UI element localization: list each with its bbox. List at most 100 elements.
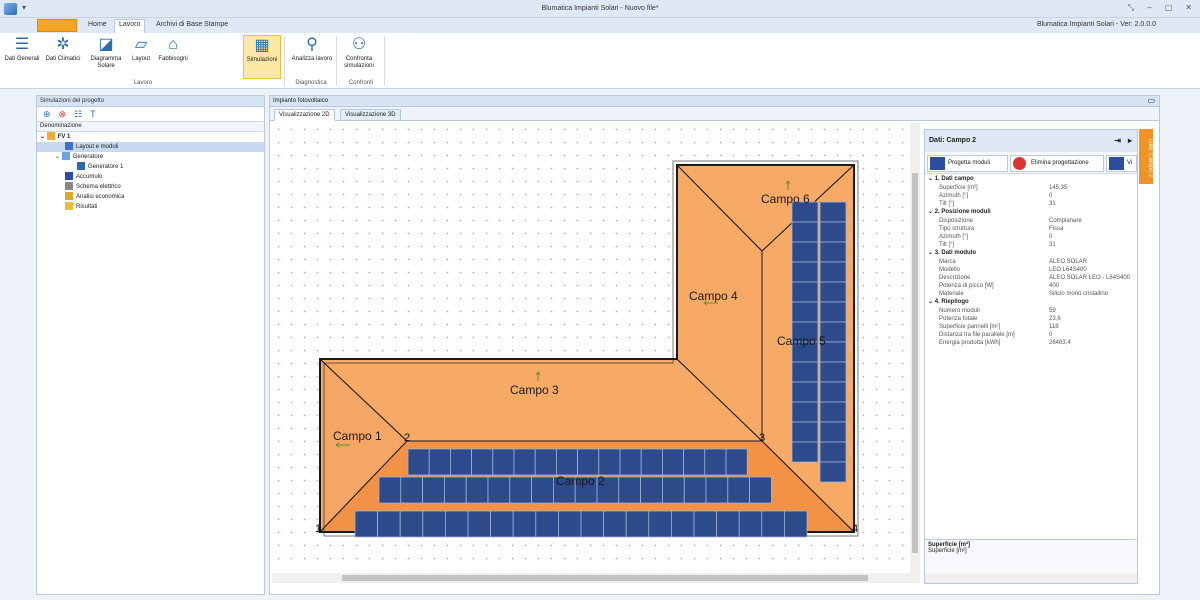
pv-module[interactable] xyxy=(791,281,819,303)
pv-module[interactable] xyxy=(471,448,494,476)
pv-module[interactable] xyxy=(422,476,445,504)
prop-row[interactable]: Superficie [m²] 145,35 xyxy=(925,184,1137,192)
prop-row[interactable]: Marca ALEO SOLAR xyxy=(925,258,1137,266)
pv-module[interactable] xyxy=(378,476,402,504)
close-icon[interactable]: ✕ xyxy=(1185,3,1192,13)
pv-module[interactable] xyxy=(400,476,424,504)
diagramma-solare-button[interactable]: ◪ Diagramma Solare xyxy=(84,35,128,79)
pv-module[interactable] xyxy=(603,510,627,538)
maximize-icon[interactable]: ▢ xyxy=(1165,3,1173,13)
pv-module[interactable] xyxy=(407,448,430,476)
pv-module[interactable] xyxy=(487,476,511,504)
pv-module[interactable] xyxy=(819,221,847,243)
pv-module[interactable] xyxy=(716,510,740,538)
prop-row[interactable]: Descrizione ALEO SOLAR LEO - L64S400 xyxy=(925,274,1137,282)
tab-archivi-di-base[interactable]: Archivi di Base xyxy=(152,20,206,29)
dock-icon[interactable]: ⇥ xyxy=(1114,136,1121,145)
prop-row[interactable]: Potenza di picco [W] 400 xyxy=(925,282,1137,290)
chevron-right-icon[interactable]: ▸ xyxy=(1128,136,1132,145)
prop-row[interactable]: Disposizione Complanare xyxy=(925,217,1137,225)
tab-stampe[interactable]: Stampe xyxy=(200,20,232,29)
pv-module[interactable] xyxy=(683,448,706,476)
pv-module[interactable] xyxy=(819,361,847,383)
pv-module[interactable] xyxy=(422,510,446,538)
canvas-horizontal-scrollbar[interactable] xyxy=(272,573,920,583)
pv-module[interactable] xyxy=(819,441,847,463)
pv-module[interactable] xyxy=(492,448,515,476)
list-icon[interactable]: ☷ xyxy=(74,109,82,119)
prop-row[interactable]: Azimuth [°] 0 xyxy=(925,233,1137,241)
tab-3d[interactable]: Visualizzazione 3D xyxy=(340,109,401,121)
pv-module[interactable] xyxy=(727,476,750,504)
pv-module[interactable] xyxy=(580,510,605,538)
view-button[interactable]: Vi xyxy=(1106,155,1137,172)
pv-module[interactable] xyxy=(749,476,772,504)
tree-item-generatore-1[interactable]: Generatore 1 xyxy=(37,162,264,172)
pv-module[interactable] xyxy=(661,476,685,504)
pv-module[interactable] xyxy=(819,261,847,283)
pv-module[interactable] xyxy=(534,448,557,476)
pv-module[interactable] xyxy=(512,510,537,538)
panel-maximize-icon[interactable]: ▭ xyxy=(1147,96,1155,105)
tree-item-generatore[interactable]: ⌄ Generatore xyxy=(37,152,264,162)
pv-module[interactable] xyxy=(791,361,819,383)
dati-climatici-button[interactable]: ✲ Dati Climatici xyxy=(42,35,84,79)
pv-module[interactable] xyxy=(490,510,514,538)
pv-module[interactable] xyxy=(399,510,424,538)
pv-module[interactable] xyxy=(791,261,819,283)
pv-module[interactable] xyxy=(449,448,472,476)
pv-module[interactable] xyxy=(555,448,578,476)
prop-section[interactable]: ⌄ 2. Posizione moduli xyxy=(925,208,1137,217)
prop-row[interactable]: Distanza tra file parallele [m] 0 xyxy=(925,331,1137,339)
prop-row[interactable]: Azimuth [°] 0 xyxy=(925,192,1137,200)
tree-item-layout[interactable]: Layout e moduli xyxy=(37,142,264,152)
tree-item-schema[interactable]: Schema elettrico xyxy=(37,182,264,192)
progetta-moduli-button[interactable]: Progetta moduli xyxy=(927,155,1008,172)
tree-item-analisi[interactable]: Analisi economica xyxy=(37,192,264,202)
pv-module[interactable] xyxy=(819,301,847,323)
tab-lavoro[interactable]: Lavoro xyxy=(114,19,146,33)
fabbisogni-button[interactable]: ⌂ Fabbisogni xyxy=(154,35,192,79)
layout-button[interactable]: ▱ Layout xyxy=(128,35,154,79)
pv-module[interactable] xyxy=(819,241,847,263)
pv-module[interactable] xyxy=(598,448,621,476)
pv-module[interactable] xyxy=(444,510,469,538)
prop-section[interactable]: ⌄ 4. Riepilogo xyxy=(925,298,1137,307)
pv-module[interactable] xyxy=(577,448,600,476)
add-icon[interactable]: ⊕ xyxy=(43,109,51,119)
file-menu-button[interactable] xyxy=(37,19,77,32)
properties-scrollbar[interactable] xyxy=(925,573,1137,583)
side-tab-dati-campo[interactable]: Dati: Campo 2 xyxy=(1139,129,1153,184)
pv-module[interactable] xyxy=(619,448,642,476)
pv-module[interactable] xyxy=(819,461,847,483)
pv-module[interactable] xyxy=(640,448,663,476)
pv-module[interactable] xyxy=(670,510,695,538)
prop-row[interactable]: Tilt [°] 31 xyxy=(925,241,1137,249)
pv-module[interactable] xyxy=(791,301,819,323)
pv-module[interactable] xyxy=(428,448,451,476)
pv-module[interactable] xyxy=(683,476,707,504)
simulazioni-button[interactable]: ▦ Simulazioni xyxy=(243,35,281,79)
pv-module[interactable] xyxy=(738,510,763,538)
pv-module[interactable] xyxy=(705,476,729,504)
pv-module[interactable] xyxy=(618,476,641,504)
pv-module[interactable] xyxy=(819,281,847,303)
pv-module[interactable] xyxy=(640,476,663,504)
pv-module[interactable] xyxy=(791,221,819,243)
prop-row[interactable]: Potenza totale 23,6 xyxy=(925,315,1137,323)
tree-item-fv1[interactable]: ⌄ FV 1 xyxy=(37,132,264,142)
pv-module[interactable] xyxy=(819,381,847,403)
pv-module[interactable] xyxy=(784,510,808,538)
pv-module[interactable] xyxy=(725,448,748,476)
delete-icon[interactable]: ⊗ xyxy=(59,109,67,119)
pv-module[interactable] xyxy=(791,421,819,443)
prop-row[interactable]: Modello LEO L64S400 xyxy=(925,266,1137,274)
pv-module[interactable] xyxy=(513,448,536,476)
dati-generali-button[interactable]: ☰ Dati Generali xyxy=(2,35,42,79)
minimize-icon[interactable]: – xyxy=(1147,3,1151,13)
tab-2d[interactable]: Visualizzazione 2D xyxy=(274,109,335,121)
pv-module[interactable] xyxy=(819,201,847,223)
pv-module[interactable] xyxy=(354,510,379,538)
prop-row[interactable]: Materiale Silicio mono cristallino xyxy=(925,290,1137,298)
prop-section[interactable]: ⌄ 1. Dati campo xyxy=(925,175,1137,184)
